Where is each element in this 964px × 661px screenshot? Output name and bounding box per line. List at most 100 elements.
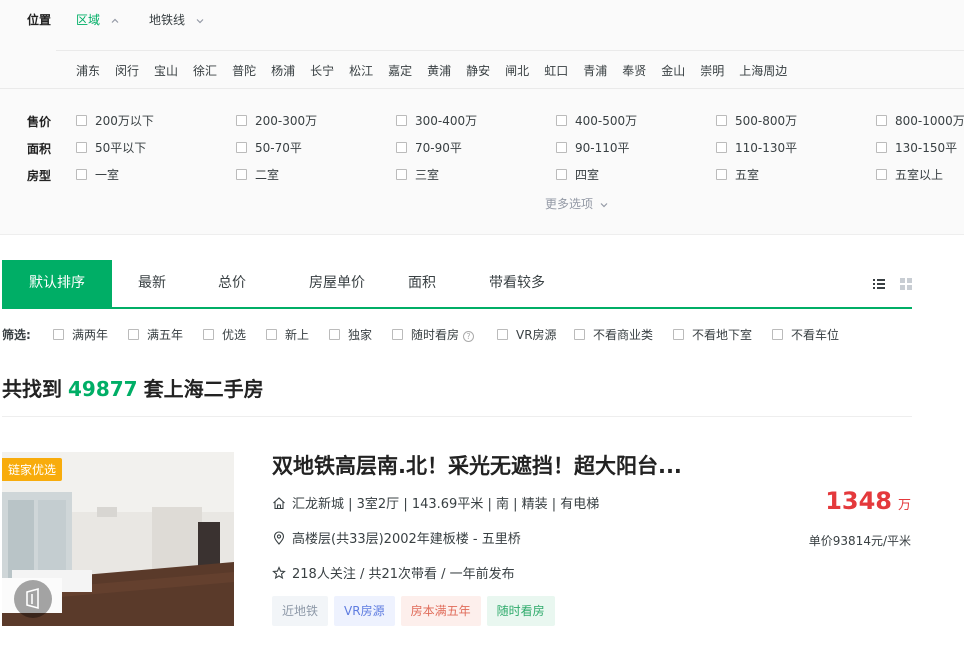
checkbox[interactable]	[876, 169, 887, 180]
filter-option[interactable]: 400-500万	[556, 112, 637, 129]
list-view-icon[interactable]	[872, 277, 886, 291]
checkbox[interactable]	[673, 329, 684, 340]
district-item[interactable]: 宝山	[154, 62, 178, 79]
filter-option[interactable]: 200万以下	[76, 112, 154, 129]
district-item[interactable]: 闸北	[505, 62, 529, 79]
position-info-text: 高楼层(共33层)2002年建板楼 - 五里桥	[292, 532, 521, 547]
screen-option[interactable]: 随时看房?	[392, 326, 475, 343]
screen-option[interactable]: 不看地下室	[673, 326, 752, 343]
filter-option[interactable]: 五室以上	[876, 166, 943, 183]
district-item[interactable]: 松江	[349, 62, 373, 79]
district-item[interactable]: 普陀	[232, 62, 256, 79]
checkbox[interactable]	[236, 169, 247, 180]
district-item[interactable]: 长宁	[310, 62, 334, 79]
checkbox[interactable]	[772, 329, 783, 340]
filter-option[interactable]: 三室	[396, 166, 439, 183]
sort-tab-newest[interactable]: 最新	[112, 260, 192, 307]
checkbox[interactable]	[203, 329, 214, 340]
checkbox[interactable]	[266, 329, 277, 340]
checkbox[interactable]	[396, 115, 407, 126]
district-item[interactable]: 浦东	[76, 62, 100, 79]
checkbox[interactable]	[236, 115, 247, 126]
filter-row-rooms: 房型 一室 二室 三室 四室 五室 五室以上	[0, 164, 964, 184]
checkbox[interactable]	[392, 329, 403, 340]
screen-option[interactable]: 优选	[203, 326, 246, 343]
checkbox[interactable]	[556, 169, 567, 180]
checkbox[interactable]	[556, 142, 567, 153]
screen-option[interactable]: 新上	[266, 326, 309, 343]
tab-subway[interactable]: 地铁线	[149, 11, 205, 28]
district-item[interactable]: 嘉定	[388, 62, 412, 79]
district-item[interactable]: 静安	[466, 62, 490, 79]
filter-option[interactable]: 50平以下	[76, 139, 146, 156]
filter-option-label: 800-1000万	[895, 114, 964, 128]
screen-option[interactable]: 独家	[329, 326, 372, 343]
sort-tab-most-viewed[interactable]: 带看较多	[472, 260, 562, 307]
filter-option[interactable]: 50-70平	[236, 139, 302, 156]
checkbox[interactable]	[329, 329, 340, 340]
checkbox[interactable]	[76, 169, 87, 180]
tag-five-years: 房本满五年	[400, 596, 481, 626]
filter-option[interactable]: 300-400万	[396, 112, 477, 129]
district-item[interactable]: 闵行	[115, 62, 139, 79]
screen-option[interactable]: 不看车位	[772, 326, 839, 343]
filter-option[interactable]: 200-300万	[236, 112, 317, 129]
home-icon	[273, 497, 285, 510]
grid-view-icon[interactable]	[899, 277, 913, 291]
vr-icon[interactable]	[14, 580, 52, 618]
filter-option[interactable]: 五室	[716, 166, 759, 183]
sort-tab-total-price[interactable]: 总价	[192, 260, 272, 307]
district-item[interactable]: 奉贤	[622, 62, 646, 79]
checkbox[interactable]	[76, 142, 87, 153]
district-item[interactable]: 虹口	[544, 62, 568, 79]
filter-option[interactable]: 800-1000万	[876, 112, 964, 129]
chevron-down-icon	[196, 18, 204, 23]
screen-option[interactable]: 满两年	[53, 326, 108, 343]
checkbox[interactable]	[236, 142, 247, 153]
more-options-button[interactable]: 更多选项	[545, 195, 609, 212]
tab-district[interactable]: 区域	[76, 11, 120, 28]
checkbox[interactable]	[497, 329, 508, 340]
location-pin-icon	[273, 531, 285, 545]
district-item[interactable]: 金山	[661, 62, 685, 79]
district-item[interactable]: 黄浦	[427, 62, 451, 79]
district-item[interactable]: 徐汇	[193, 62, 217, 79]
filter-option-label: 一室	[95, 168, 120, 182]
checkbox[interactable]	[396, 169, 407, 180]
filter-option-label: 130-150平	[895, 141, 958, 155]
checkbox[interactable]	[53, 329, 64, 340]
listing-title[interactable]: 双地铁高层南.北！采光无遮挡！超大阳台...	[272, 450, 682, 480]
sort-tab-area[interactable]: 面积	[387, 260, 457, 307]
filter-option[interactable]: 500-800万	[716, 112, 797, 129]
screen-option[interactable]: VR房源	[497, 326, 557, 343]
filter-option[interactable]: 四室	[556, 166, 599, 183]
checkbox[interactable]	[128, 329, 139, 340]
filter-option[interactable]: 130-150平	[876, 139, 957, 156]
checkbox[interactable]	[76, 115, 87, 126]
sort-tab-unit-price[interactable]: 房屋单价	[282, 260, 392, 307]
filter-option[interactable]: 90-110平	[556, 139, 630, 156]
district-item[interactable]: 上海周边	[739, 62, 787, 79]
checkbox[interactable]	[716, 142, 727, 153]
district-item[interactable]: 杨浦	[271, 62, 295, 79]
checkbox[interactable]	[876, 115, 887, 126]
listing-photo[interactable]: 链家优选	[2, 452, 234, 626]
help-icon[interactable]: ?	[463, 331, 475, 342]
checkbox[interactable]	[396, 142, 407, 153]
filter-option[interactable]: 一室	[76, 166, 119, 183]
filter-option-label: 200-300万	[255, 114, 318, 128]
checkbox[interactable]	[556, 115, 567, 126]
sort-tab-default[interactable]: 默认排序	[2, 260, 112, 307]
checkbox[interactable]	[574, 329, 585, 340]
district-item[interactable]: 青浦	[583, 62, 607, 79]
checkbox[interactable]	[876, 142, 887, 153]
filter-option[interactable]: 二室	[236, 166, 279, 183]
checkbox[interactable]	[716, 169, 727, 180]
district-item[interactable]: 崇明	[700, 62, 724, 79]
filter-option[interactable]: 70-90平	[396, 139, 462, 156]
screen-option[interactable]: 不看商业类	[574, 326, 653, 343]
checkbox[interactable]	[716, 115, 727, 126]
filter-option[interactable]: 110-130平	[716, 139, 797, 156]
location-label: 位置	[27, 13, 52, 27]
screen-option[interactable]: 满五年	[128, 326, 183, 343]
